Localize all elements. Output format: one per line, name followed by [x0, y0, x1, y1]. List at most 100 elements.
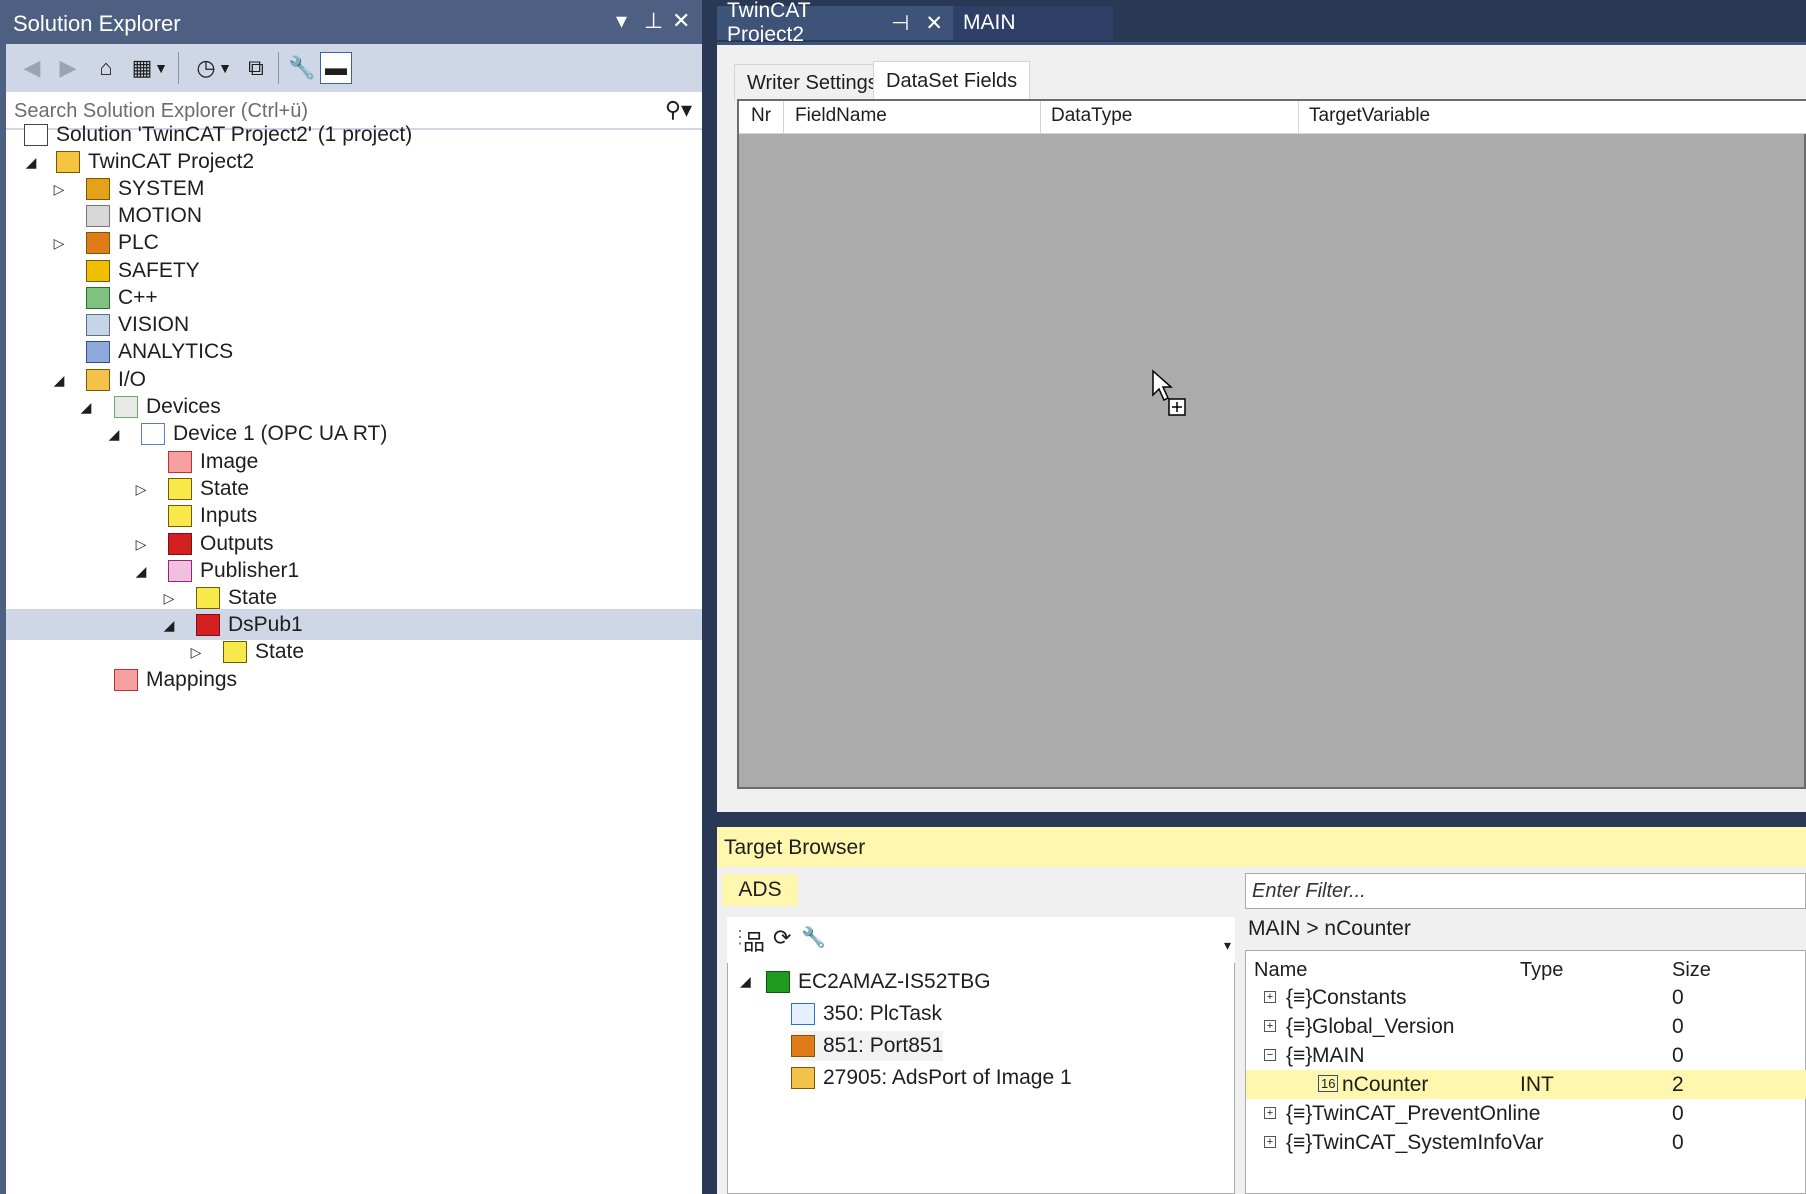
column-divider[interactable]	[783, 101, 784, 133]
tree-item-inputs[interactable]: Inputs	[168, 500, 257, 531]
expand-icon[interactable]: +	[1264, 991, 1276, 1003]
collapse-icon[interactable]: ◢	[133, 563, 149, 580]
target-browser-title: Target Browser	[724, 836, 866, 859]
properties-wrench-icon[interactable]: 🔧	[286, 52, 318, 84]
toolbar-overflow-icon[interactable]: ▾	[1224, 937, 1231, 954]
table-row[interactable]: − {≡} MAIN 0	[1246, 1041, 1806, 1070]
variable-table: Name Type Size + {≡} Constants 0 + {≡} G…	[1245, 950, 1806, 1194]
namespace-icon: {≡}	[1286, 1102, 1313, 1125]
expand-icon[interactable]: ▷	[133, 481, 149, 498]
close-icon[interactable]: ✕	[672, 8, 690, 34]
int-variable-icon: 16	[1318, 1075, 1339, 1092]
target-browser-right: Enter Filter... MAIN > nCounter Name Typ…	[1245, 867, 1806, 1194]
tree-item-adsport[interactable]: 27905: AdsPort of Image 1	[791, 1063, 1072, 1093]
vision-icon	[86, 313, 110, 336]
column-header-targetvariable[interactable]: TargetVariable	[1309, 105, 1430, 127]
tree-item-plctask[interactable]: 350: PlcTask	[791, 999, 942, 1029]
tree-item-label: State	[200, 476, 250, 500]
pin-icon[interactable]: ⊣	[891, 11, 909, 36]
publisher-icon	[168, 559, 192, 582]
tree-item-label: Device 1 (OPC UA RT)	[173, 421, 388, 445]
filter-placeholder: Enter Filter...	[1252, 880, 1366, 902]
tree-item-label: DsPub1	[228, 613, 303, 636]
collapse-icon[interactable]: −	[1264, 1049, 1276, 1061]
collapse-icon[interactable]: ◢	[740, 973, 751, 990]
column-header-name[interactable]: Name	[1254, 959, 1307, 982]
system-icon	[86, 177, 110, 200]
expand-icon[interactable]: ▷	[51, 235, 67, 252]
collapse-icon[interactable]: ◢	[106, 426, 122, 443]
tree-item-label: ANALYTICS	[118, 339, 234, 363]
tree-item-label: PLC	[118, 230, 159, 254]
tab-main[interactable]: MAIN	[953, 6, 1113, 40]
row-type: INT	[1520, 1073, 1554, 1096]
toolbar-separator	[278, 52, 279, 84]
search-icon[interactable]: ⚲▾	[665, 97, 692, 123]
wrench-icon[interactable]: 🔧	[801, 925, 826, 950]
dataset-fields-grid[interactable]: Nr FieldName DataType TargetVariable	[737, 99, 1806, 789]
expand-icon[interactable]: ▷	[51, 181, 67, 198]
analytics-icon	[86, 340, 110, 363]
tree-item-analytics[interactable]: ANALYTICS	[86, 336, 233, 367]
table-row[interactable]: + {≡} Global_Version 0	[1246, 1012, 1806, 1041]
home-icon[interactable]: ⌂	[90, 52, 122, 84]
state-icon	[168, 477, 192, 500]
table-row[interactable]: + {≡} Constants 0	[1246, 983, 1806, 1012]
expand-icon[interactable]: ▷	[161, 590, 177, 607]
back-icon[interactable]: ◀	[16, 52, 48, 84]
close-icon[interactable]: ✕	[925, 11, 943, 36]
expand-icon[interactable]: ▷	[133, 536, 149, 553]
target-browser-left: ADS ⋮ 品 ⟳ 🔧 ▾ ◢ EC2AMAZ-IS52TBG 350: Plc…	[717, 867, 1240, 1194]
collapse-icon[interactable]: ◢	[23, 154, 39, 171]
tree-item-label: State	[228, 585, 278, 609]
forward-icon[interactable]: ▶	[52, 52, 84, 84]
chevron-down-icon[interactable]: ▼	[216, 52, 234, 84]
chevron-down-icon[interactable]: ▼	[152, 52, 170, 84]
tree-item-state[interactable]: State	[223, 636, 304, 667]
expand-icon[interactable]: +	[1264, 1020, 1276, 1032]
tab-ads[interactable]: ADS	[722, 874, 798, 906]
collapse-icon[interactable]: ◢	[51, 372, 67, 389]
collapse-icon[interactable]: ◢	[161, 617, 177, 634]
tab-twincat-project2[interactable]: TwinCAT Project2 ⊣ ✕	[717, 0, 953, 46]
tab-writer-settings[interactable]: Writer Settings	[734, 64, 891, 101]
window-position-icon[interactable]: ▾	[616, 8, 627, 34]
tab-dataset-fields[interactable]: DataSet Fields	[873, 61, 1031, 100]
column-header-datatype[interactable]: DataType	[1051, 105, 1132, 127]
column-header-type[interactable]: Type	[1520, 959, 1563, 982]
network-tree-icon[interactable]: 品	[743, 925, 765, 957]
tree-item-label: Devices	[146, 394, 221, 418]
filter-input[interactable]: Enter Filter...	[1245, 873, 1806, 909]
collapse-all-icon[interactable]: ⧉	[240, 52, 272, 84]
column-divider[interactable]	[1040, 101, 1041, 133]
column-header-nr[interactable]: Nr	[751, 105, 771, 127]
column-header-size[interactable]: Size	[1672, 959, 1711, 982]
panel-splitter[interactable]	[702, 0, 717, 1194]
tree-item-device-1[interactable]: Device 1 (OPC UA RT)	[141, 418, 387, 449]
tree-item-dspub1-selected[interactable]: ◢ DsPub1	[6, 609, 702, 640]
computer-icon	[766, 971, 790, 993]
expand-icon[interactable]: +	[1264, 1136, 1276, 1148]
tree-item-port851[interactable]: 851: Port851	[791, 1031, 944, 1061]
refresh-icon[interactable]: ⟳	[773, 925, 791, 951]
expand-icon[interactable]: +	[1264, 1107, 1276, 1119]
tree-item-plc[interactable]: PLC	[86, 227, 159, 258]
column-divider[interactable]	[1298, 101, 1299, 133]
ads-port-icon	[791, 1067, 815, 1089]
tree-item-mappings[interactable]: Mappings	[114, 664, 237, 695]
table-row[interactable]: + {≡} TwinCAT_PreventOnline 0	[1246, 1099, 1806, 1128]
tree-item-label: SAFETY	[118, 258, 200, 282]
solution-explorer-toolbar: ◀ ▶ ⌂ ▦ ▼ ◷ ▼ ⧉ 🔧 ▬	[6, 44, 702, 92]
column-header-fieldname[interactable]: FieldName	[795, 105, 887, 127]
table-row[interactable]: + {≡} TwinCAT_SystemInfoVar 0	[1246, 1128, 1806, 1157]
tree-item-ec2amaz[interactable]: EC2AMAZ-IS52TBG	[766, 967, 991, 997]
image-icon	[168, 450, 192, 473]
expand-icon[interactable]: ▷	[188, 644, 204, 661]
collapse-icon[interactable]: ◢	[78, 399, 94, 416]
pin-icon[interactable]: ⊥	[644, 8, 663, 34]
table-row-selected[interactable]: 16 nCounter INT 2	[1246, 1070, 1806, 1099]
task-icon	[791, 1003, 815, 1025]
drag-copy-cursor-icon	[1152, 369, 1186, 416]
toolbar-separator	[178, 52, 179, 84]
preview-icon[interactable]: ▬	[320, 52, 352, 84]
